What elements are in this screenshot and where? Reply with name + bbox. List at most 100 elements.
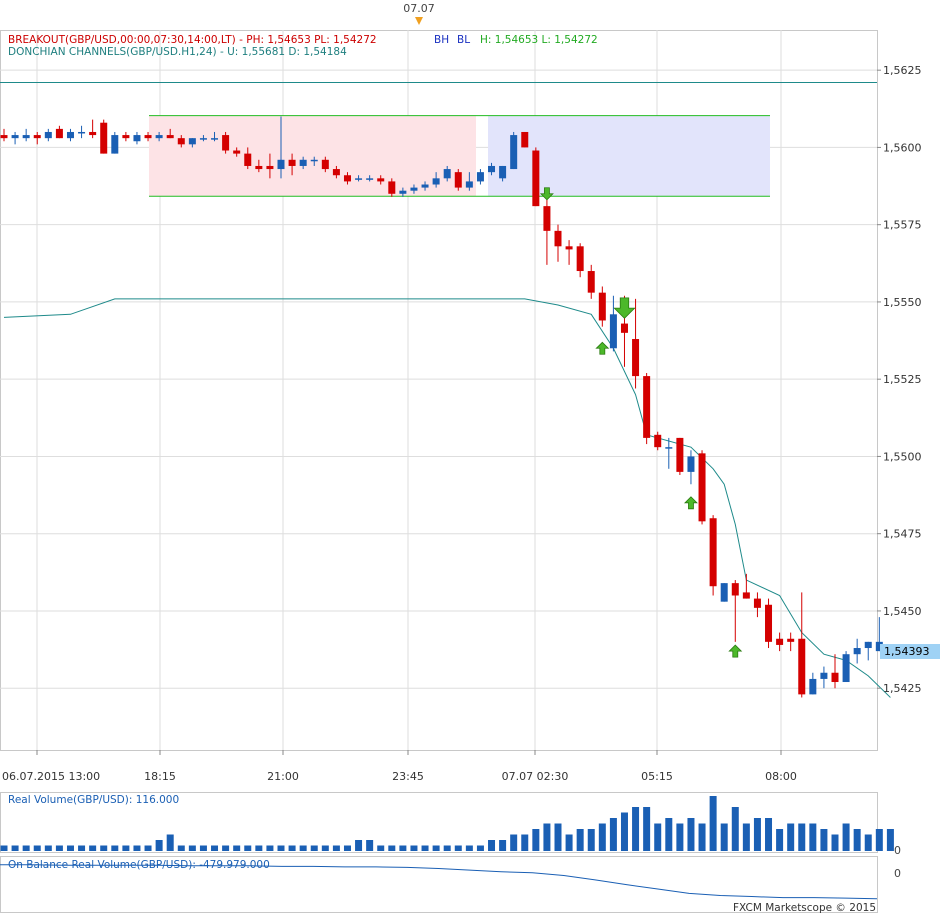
volume-bar [11, 845, 19, 851]
candle-body [288, 159, 296, 166]
candle-body [266, 165, 274, 170]
candle-body [100, 122, 108, 154]
volume-bar [233, 845, 241, 851]
volume-bar [576, 829, 584, 851]
volume-bar [55, 845, 63, 851]
candle-body [709, 518, 717, 587]
candle-body [864, 641, 872, 649]
volume-bar [144, 845, 152, 851]
volume-bar [89, 845, 97, 851]
candle-body [222, 135, 230, 151]
volume-bar [432, 845, 440, 851]
volume-bar [399, 845, 407, 851]
candle-body [488, 165, 496, 173]
volume-bar [443, 845, 451, 851]
candle-body [632, 339, 640, 377]
candle-body [609, 314, 617, 349]
volume-bar [288, 845, 296, 851]
candle-body [776, 638, 784, 645]
candle-body [399, 190, 407, 194]
candle-body [421, 184, 429, 188]
x-tick-label: 06.07.2015 13:00 [2, 770, 100, 783]
y-tick-label: 1,5475 [883, 528, 922, 541]
candle-body [465, 181, 473, 188]
volume-bar [377, 845, 385, 851]
candle-body [742, 592, 750, 599]
candle-body [144, 135, 152, 139]
volume-bar [255, 845, 263, 851]
volume-bar [609, 818, 617, 851]
volume-bar [266, 845, 274, 851]
candle-body [155, 135, 163, 139]
volume-bar [454, 845, 462, 851]
volume-bar [765, 818, 773, 851]
volume-bar [587, 829, 595, 851]
candle-body [44, 131, 52, 139]
current-price-label: 1,54393 [884, 645, 930, 658]
candle-body [343, 175, 351, 182]
candle-body [643, 376, 651, 438]
candle-body [111, 135, 119, 154]
volume-bar [22, 845, 30, 851]
volume-bar [598, 823, 606, 851]
candle-body [476, 172, 484, 182]
volume-bar [310, 845, 318, 851]
volume-bar [177, 845, 185, 851]
volume-bar [111, 845, 119, 851]
volume-bar [521, 834, 529, 851]
volume-bar [820, 829, 828, 851]
candle-body [33, 135, 41, 139]
volume-bar [44, 845, 52, 851]
volume-bar [277, 845, 285, 851]
candle-body [798, 638, 806, 695]
candle-body [598, 292, 606, 321]
candle-body [166, 135, 174, 139]
volume-bar [543, 823, 551, 851]
candle-body [532, 150, 540, 207]
hl-label: H: 1,54653 L: 1,54272 [480, 34, 598, 46]
volume-zero-label: 0 [894, 844, 901, 857]
candle-body [842, 654, 850, 683]
copyright-label: FXCM Marketscope © 2015 [733, 902, 876, 914]
price-chart[interactable]: 1,5625 1,5600 1,5575 1,5550 1,5525 1,5500 1,54… [0, 0, 950, 916]
candle-body [432, 178, 440, 185]
candle-body [676, 437, 684, 472]
volume-bar [842, 823, 850, 851]
volume-bar [321, 845, 329, 851]
volume-panel-label: Real Volume(GBP/USD): 116.000 [8, 794, 179, 806]
volume-bar [476, 845, 484, 851]
volume-bar [654, 823, 662, 851]
candle-body [543, 206, 551, 231]
volume-bar [776, 829, 784, 851]
obv-panel-label: On Balance Real Volume(GBP/USD): -479.97… [8, 859, 270, 871]
volume-bar [410, 845, 418, 851]
x-tick-label: 21:00 [267, 770, 299, 783]
top-date-marker-icon [415, 17, 423, 25]
x-tick-label: 05:15 [641, 770, 673, 783]
volume-bar [620, 812, 628, 851]
candle-body [820, 672, 828, 679]
x-tick-label: 18:15 [144, 770, 176, 783]
candle-body [565, 246, 573, 250]
candle-body [753, 598, 761, 608]
volume-bar [78, 845, 86, 851]
volume-bar [864, 834, 872, 851]
volume-bar [853, 829, 861, 851]
candle-body [454, 172, 462, 188]
volume-bar [355, 840, 363, 851]
candle-body [188, 138, 196, 145]
volume-bar [199, 845, 207, 851]
breakout-indicator-label: BREAKOUT(GBP/USD,00:00,07:30,14:00,LT) -… [8, 34, 377, 46]
volume-bar [676, 823, 684, 851]
volume-bar [299, 845, 307, 851]
candle-body [765, 604, 773, 642]
candle-body [576, 246, 584, 272]
x-tick-label: 07.07 02:30 [502, 770, 569, 783]
volume-bar [698, 823, 706, 851]
candle-body [78, 131, 86, 134]
candle-body [321, 159, 329, 170]
volume-bar [343, 845, 351, 851]
volume-bar [66, 845, 74, 851]
volume-bar [211, 845, 219, 851]
candle-body [211, 138, 219, 140]
